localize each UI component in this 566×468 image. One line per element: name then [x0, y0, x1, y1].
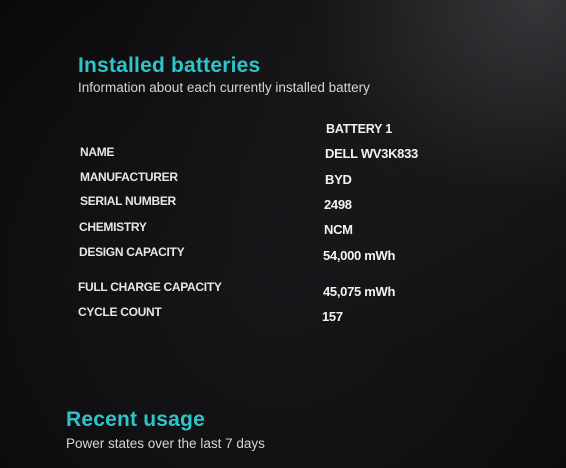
- row-value-name: DELL WV3K833: [325, 146, 418, 161]
- battery-report-screen: Installed batteries Information about ea…: [0, 0, 566, 468]
- row-label-name: NAME: [80, 145, 115, 159]
- row-value-manufacturer: BYD: [325, 172, 352, 187]
- row-label-serial-number: SERIAL NUMBER: [80, 194, 176, 208]
- installed-batteries-title: Installed batteries: [78, 54, 261, 77]
- battery-column-header: BATTERY 1: [326, 122, 393, 136]
- installed-batteries-subtitle: Information about each currently install…: [78, 80, 370, 95]
- recent-usage-subtitle: Power states over the last 7 days: [66, 436, 265, 451]
- row-value-chemistry: NCM: [324, 222, 353, 237]
- row-value-full-charge-capacity: 45,075 mWh: [323, 284, 396, 299]
- row-value-design-capacity: 54,000 mWh: [323, 248, 396, 263]
- row-label-manufacturer: MANUFACTURER: [80, 170, 178, 184]
- row-label-design-capacity: DESIGN CAPACITY: [79, 245, 185, 259]
- row-label-cycle-count: CYCLE COUNT: [78, 305, 162, 319]
- row-value-cycle-count: 157: [322, 309, 343, 324]
- row-label-chemistry: CHEMISTRY: [79, 220, 147, 234]
- row-value-serial-number: 2498: [324, 197, 352, 212]
- recent-usage-title: Recent usage: [66, 408, 205, 431]
- row-label-full-charge-capacity: FULL CHARGE CAPACITY: [78, 280, 222, 294]
